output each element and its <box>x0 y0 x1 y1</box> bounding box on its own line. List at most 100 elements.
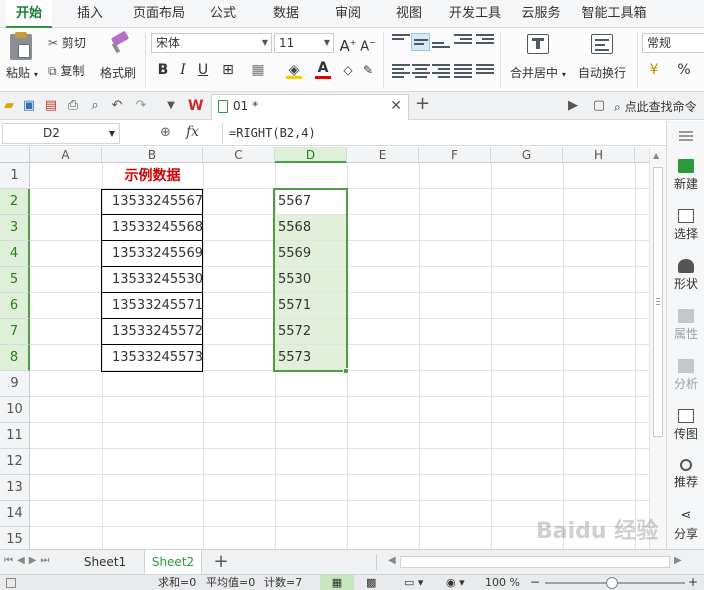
column-header[interactable] <box>635 147 649 163</box>
select-all-corner[interactable] <box>0 147 30 163</box>
side-share-button[interactable]: ⋖ 分享 <box>667 509 704 542</box>
row-header[interactable]: 7 <box>0 319 30 345</box>
scroll-up-icon[interactable]: ▲ <box>653 151 659 160</box>
customize-dropdown-icon[interactable]: ▼ <box>164 99 178 113</box>
insert-function-button[interactable]: fx <box>186 124 199 140</box>
tab-page-layout[interactable]: 页面布局 <box>128 0 190 28</box>
tab-formulas[interactable]: 公式 <box>205 0 241 28</box>
font-color-button[interactable]: A <box>313 58 333 79</box>
sheet-tab-1[interactable]: Sheet1 <box>80 550 130 574</box>
side-shapes-button[interactable]: 形状 <box>667 259 704 292</box>
cell-b8[interactable]: 13533245573 <box>102 345 203 371</box>
cell-d2[interactable]: 5567 <box>275 189 347 215</box>
command-search[interactable]: ⌕ 点此查找命令 <box>614 98 697 115</box>
open-folder-icon[interactable]: ▰ <box>2 99 16 113</box>
underline-button[interactable]: U <box>193 60 213 80</box>
fill-handle[interactable] <box>343 368 349 374</box>
format-painter-button[interactable]: 格式刷 <box>100 64 136 81</box>
merge-center-icon[interactable] <box>527 34 549 54</box>
grow-font-button[interactable]: A+ <box>338 33 358 55</box>
zoom-lookup-icon[interactable]: ⊕ <box>160 125 171 140</box>
cell-style-button[interactable]: ▦ <box>248 60 268 80</box>
paste-icon[interactable] <box>10 32 32 60</box>
row-header[interactable]: 6 <box>0 293 30 319</box>
fill-color-button[interactable]: ◈ <box>284 60 304 80</box>
formula-input[interactable]: =RIGHT(B2,4) <box>222 123 666 144</box>
bold-button[interactable]: B <box>153 60 173 80</box>
sheet-tab-2[interactable]: Sheet2 <box>144 550 202 574</box>
side-new-button[interactable]: 新建 <box>667 159 704 192</box>
row-header[interactable]: 11 <box>0 423 30 449</box>
italic-button[interactable]: I <box>173 60 193 80</box>
scroll-right-icon[interactable]: ▶ <box>674 555 682 566</box>
row-header[interactable]: 4 <box>0 241 30 267</box>
page-layout-view-button[interactable]: ▩ <box>366 575 376 590</box>
cut-button[interactable]: ✂ 剪切 <box>48 34 86 51</box>
scroll-left-icon[interactable]: ◀ <box>388 555 396 566</box>
tab-data[interactable]: 数据 <box>268 0 304 28</box>
paste-button[interactable]: 粘贴 ▾ <box>6 64 38 81</box>
row-header[interactable]: 2 <box>0 189 30 215</box>
cell-b3[interactable]: 13533245568 <box>102 215 203 241</box>
screen-record-icon[interactable]: ▶ <box>566 99 580 113</box>
column-header[interactable]: A <box>30 147 102 163</box>
zoom-out-button[interactable]: − <box>530 574 540 590</box>
window-mode-icon[interactable]: ▢ <box>592 99 606 113</box>
cell-b2[interactable]: 13533245567 <box>102 189 203 215</box>
row-header[interactable]: 9 <box>0 371 30 397</box>
tab-insert[interactable]: 插入 <box>70 0 110 28</box>
macro-record-icon[interactable] <box>6 578 16 588</box>
column-header[interactable]: E <box>347 147 419 163</box>
align-middle-icon[interactable] <box>411 33 430 51</box>
cell-b1[interactable]: 示例数据 <box>102 163 203 189</box>
align-center-icon[interactable] <box>412 64 430 80</box>
text-direction-icon[interactable] <box>454 34 472 50</box>
side-properties-button[interactable]: 属性 <box>667 309 704 342</box>
currency-button[interactable]: ¥ <box>644 60 664 80</box>
cell-d8[interactable]: 5573 <box>275 345 347 371</box>
distribute-icon[interactable] <box>476 64 494 80</box>
side-upload-image-button[interactable]: 传图 <box>667 409 704 442</box>
align-top-icon[interactable] <box>392 34 410 50</box>
row-header[interactable]: 13 <box>0 475 30 501</box>
cell-d5[interactable]: 5530 <box>275 267 347 293</box>
undo-icon[interactable]: ↶ <box>110 99 124 113</box>
tab-review[interactable]: 审阅 <box>330 0 366 28</box>
save-icon[interactable]: ▣ <box>22 99 36 113</box>
cell-d4[interactable]: 5569 <box>275 241 347 267</box>
shrink-font-button[interactable]: A− <box>358 33 378 54</box>
align-bottom-icon[interactable] <box>432 38 450 54</box>
vertical-scrollbar[interactable]: ▲ <box>649 147 666 549</box>
spreadsheet-grid[interactable]: A B C D E F G H 1 2 3 4 5 6 7 8 9 10 11 … <box>0 147 649 549</box>
side-select-button[interactable]: 选择 <box>667 209 704 242</box>
column-header[interactable]: D <box>275 147 347 163</box>
row-header[interactable]: 8 <box>0 345 30 371</box>
cell-d7[interactable]: 5572 <box>275 319 347 345</box>
column-header[interactable]: F <box>419 147 491 163</box>
sheet-nav-arrows-icon[interactable]: ⏮◀▶⏭ <box>4 555 53 566</box>
side-recommend-button[interactable]: 推荐 <box>667 459 704 490</box>
new-tab-plus-icon[interactable]: + <box>415 95 430 113</box>
pane-collapse-icon[interactable] <box>679 131 693 141</box>
normal-view-button[interactable]: ▦ <box>320 575 354 590</box>
wps-logo-icon[interactable]: W <box>188 99 203 113</box>
redo-icon[interactable]: ↷ <box>134 99 148 113</box>
font-size-select[interactable]: 11 ▼ <box>274 33 334 53</box>
vertical-scroll-thumb[interactable] <box>653 167 663 437</box>
font-dialog-button[interactable]: ✎ <box>358 60 378 80</box>
tab-home[interactable]: 开始 <box>6 0 52 28</box>
font-name-select[interactable]: 宋体 ▼ <box>151 33 272 53</box>
zoom-slider-knob[interactable] <box>606 577 618 589</box>
export-pdf-icon[interactable]: ▤ <box>44 99 58 113</box>
align-right-icon[interactable] <box>432 64 450 80</box>
row-header[interactable]: 1 <box>0 163 30 189</box>
cell-d6[interactable]: 5571 <box>275 293 347 319</box>
percent-button[interactable]: % <box>674 60 694 80</box>
column-header[interactable]: G <box>491 147 563 163</box>
tab-view[interactable]: 视图 <box>391 0 427 28</box>
add-sheet-button[interactable]: + <box>208 550 234 574</box>
row-header[interactable]: 3 <box>0 215 30 241</box>
copy-button[interactable]: ⧉ 复制 <box>48 62 84 79</box>
row-header[interactable]: 15 <box>0 527 30 549</box>
tab-cloud[interactable]: 云服务 <box>518 0 564 28</box>
